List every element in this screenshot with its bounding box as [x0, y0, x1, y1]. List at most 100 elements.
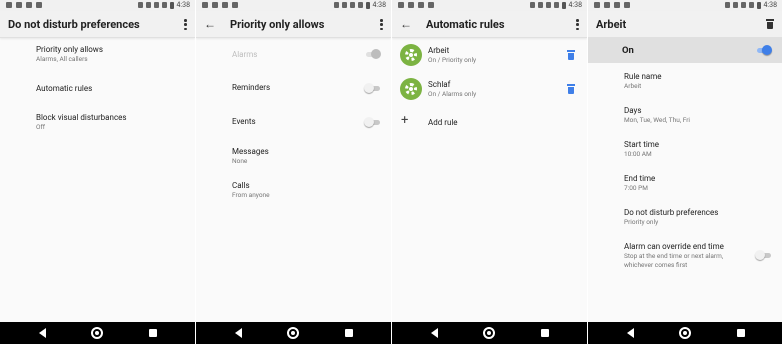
setting-rule-name[interactable]: Rule name Arbeit [624, 72, 772, 91]
nav-recents-icon[interactable] [149, 329, 157, 337]
back-arrow-icon[interactable]: ← [204, 18, 216, 30]
nav-back-icon[interactable] [431, 328, 438, 338]
add-rule-button[interactable]: + Add rule [400, 114, 550, 129]
notification-icon [428, 2, 434, 8]
setting-end-time[interactable]: End time 7:00 PM [624, 174, 772, 193]
page-title: Automatic rules [426, 18, 505, 31]
notification-icon [36, 2, 42, 8]
notification-icon [398, 2, 404, 8]
setting-summary-line2: whichever comes first [624, 261, 688, 269]
battery-icon [756, 1, 761, 9]
setting-title: Alarm can override end time [624, 242, 724, 251]
setting-start-time[interactable]: Start time 10:00 AM [624, 140, 772, 159]
gear-icon [400, 78, 422, 100]
overflow-menu-icon[interactable] [576, 19, 579, 30]
page-title: Priority only allows [230, 18, 325, 31]
status-time: 4:38 [763, 1, 778, 9]
status-time: 4:38 [568, 1, 583, 9]
setting-title: Calls [232, 181, 250, 190]
setting-priority-only-allows[interactable]: Priority only allows Alarms, All callers [36, 45, 185, 64]
setting-alarm-override[interactable]: Alarm can override end time Stop at the … [624, 242, 752, 270]
setting-alarms: Alarms [232, 50, 381, 60]
bluetooth-icon [333, 2, 339, 8]
setting-summary: Stop at the end time or next alarm, [624, 252, 724, 260]
nav-back-icon[interactable] [627, 328, 634, 338]
status-bar: 4:38 [196, 0, 391, 11]
setting-title: Alarms [232, 50, 258, 59]
setting-title: End time [624, 174, 656, 183]
delete-rule-trash-icon[interactable] [567, 84, 575, 94]
rule-item-arbeit[interactable]: Arbeit On / Priority only [400, 44, 577, 70]
phone-rule-arbeit: 4:38 Arbeit On Rule name Arbeit Days Mon… [588, 0, 782, 344]
bluetooth-icon [724, 2, 730, 8]
page-title: Arbeit [596, 18, 627, 31]
setting-days[interactable]: Days Mon, Tue, Wed, Thu, Fri [624, 106, 772, 125]
nav-bar [588, 322, 782, 344]
setting-block-visual-disturbances[interactable]: Block visual disturbances Off [36, 113, 185, 132]
status-bar: 4:38 [392, 0, 587, 11]
nav-home-icon[interactable] [483, 327, 495, 339]
notification-icon [614, 2, 620, 8]
signal-icon [357, 2, 363, 8]
rule-name: Arbeit [428, 46, 450, 55]
screenshot-strip: 4:38 Do not disturb preferences Priority… [0, 0, 782, 344]
notification-icon [202, 2, 208, 8]
wifi-icon [153, 2, 159, 8]
nav-home-icon[interactable] [91, 327, 103, 339]
notification-icon [232, 2, 238, 8]
alarm-override-toggle[interactable] [755, 250, 772, 260]
setting-summary: None [232, 157, 248, 165]
notification-icon [408, 2, 414, 8]
setting-summary: Off [36, 123, 45, 131]
nav-home-icon[interactable] [287, 327, 299, 339]
nav-back-icon[interactable] [235, 328, 242, 338]
app-bar: Do not disturb preferences [0, 11, 195, 38]
reminders-toggle[interactable] [364, 83, 381, 93]
signal-icon [553, 2, 559, 8]
rule-on-bar[interactable]: On [588, 38, 782, 63]
alarms-toggle [364, 49, 381, 59]
rule-enabled-toggle[interactable] [755, 45, 772, 55]
back-arrow-icon[interactable]: ← [400, 18, 412, 30]
setting-title: Reminders [232, 83, 271, 92]
setting-calls[interactable]: Calls From anyone [232, 181, 381, 200]
page-title: Do not disturb preferences [8, 18, 140, 31]
setting-events[interactable]: Events [232, 117, 381, 127]
nav-back-icon[interactable] [39, 328, 46, 338]
setting-messages[interactable]: Messages None [232, 147, 381, 166]
dnd-icon [732, 2, 738, 8]
nav-home-icon[interactable] [679, 327, 691, 339]
setting-automatic-rules[interactable]: Automatic rules [36, 84, 185, 94]
setting-summary: From anyone [232, 191, 270, 199]
overflow-menu-icon[interactable] [184, 19, 187, 30]
rule-item-schlaf[interactable]: Schlaf On / Alarms only [400, 78, 577, 104]
delete-rule-trash-icon[interactable] [766, 19, 774, 29]
nav-bar [0, 322, 195, 344]
notification-icon [624, 2, 630, 8]
notification-icon [16, 2, 22, 8]
events-toggle[interactable] [364, 117, 381, 127]
notification-icon [594, 2, 600, 8]
nav-bar [392, 322, 587, 344]
add-rule-label: Add rule [428, 118, 458, 127]
nav-recents-icon[interactable] [345, 329, 353, 337]
rule-status: On / Alarms only [428, 90, 477, 98]
notification-icon [222, 2, 228, 8]
wifi-icon [740, 2, 746, 8]
setting-reminders[interactable]: Reminders [232, 83, 381, 93]
nav-recents-icon[interactable] [737, 329, 745, 337]
setting-title: Messages [232, 147, 269, 156]
notification-icon [26, 2, 32, 8]
nav-recents-icon[interactable] [541, 329, 549, 337]
setting-dnd-preferences[interactable]: Do not disturb preferences Priority only [624, 208, 772, 227]
status-bar: 4:38 [588, 0, 782, 11]
notification-icon [418, 2, 424, 8]
notification-icon [6, 2, 12, 8]
delete-rule-trash-icon[interactable] [567, 50, 575, 60]
rule-status: On / Priority only [428, 56, 477, 64]
setting-summary: 10:00 AM [624, 150, 652, 158]
setting-title: Events [232, 117, 256, 126]
setting-title: Priority only allows [36, 45, 103, 54]
overflow-menu-icon[interactable] [380, 19, 383, 30]
status-time: 4:38 [372, 1, 387, 9]
